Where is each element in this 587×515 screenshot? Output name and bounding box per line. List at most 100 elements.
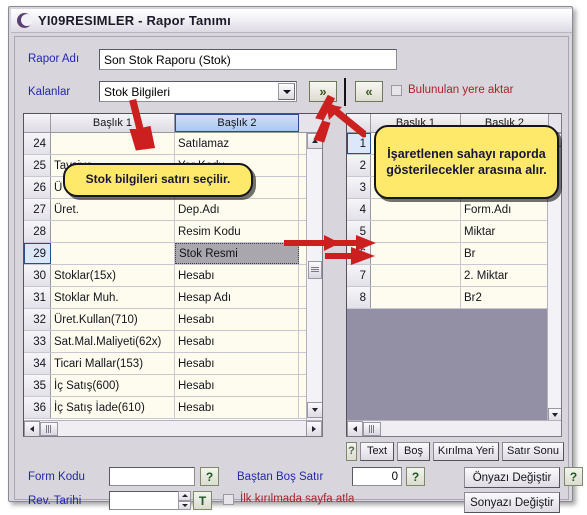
insert-empty-button[interactable]: Boş <box>397 441 430 461</box>
row-baslik2-cell[interactable]: Hesabı <box>175 265 299 286</box>
table-row[interactable]: 4 Form.Adı <box>347 199 561 221</box>
row-baslik2-cell[interactable]: Form.Adı <box>461 199 549 220</box>
row-baslik2-cell[interactable]: Hesap Adı <box>175 287 299 308</box>
left-hscroll-thumb[interactable] <box>40 421 58 436</box>
row-index-cell[interactable]: 8 <box>347 287 371 308</box>
row-baslik2-cell[interactable]: Satılamaz <box>175 133 299 154</box>
table-row[interactable]: 30 Stoklar(15x) Hesabı <box>24 265 322 287</box>
table-row[interactable]: 27 Üret. Dep.Adı <box>24 199 322 221</box>
table-row[interactable]: 6 Br <box>347 243 561 265</box>
right-horizontal-scrollbar[interactable] <box>347 420 561 436</box>
row-index-cell[interactable]: 28 <box>24 221 51 242</box>
row-baslik2-cell[interactable]: Br <box>461 243 549 264</box>
add-field-button[interactable]: » <box>309 81 337 102</box>
table-row[interactable]: 36 İç Satış İade(610) Hesabı <box>24 397 322 419</box>
transfer-checkbox[interactable] <box>391 84 402 96</box>
rev-tarihi-today-button[interactable]: T <box>193 491 212 510</box>
row-index-cell[interactable]: 3 <box>347 177 371 198</box>
row-baslik2-cell[interactable]: Miktar <box>461 221 549 242</box>
row-index-cell[interactable]: 7 <box>347 265 371 286</box>
row-baslik1-cell[interactable] <box>371 221 461 242</box>
row-index-cell[interactable]: 36 <box>24 397 51 418</box>
table-row[interactable]: 29 Stok Resmi <box>24 243 322 265</box>
row-baslik2-cell[interactable]: Br2 <box>461 287 549 308</box>
insert-break-button[interactable]: Kırılma Yeri <box>433 441 499 461</box>
table-row[interactable]: 33 Sat.Mal.Maliyeti(62x) Hesabı <box>24 331 322 353</box>
row-baslik2-cell[interactable]: Hesabı <box>175 397 299 418</box>
onyazi-degistir-button[interactable]: Önyazı Değiştir <box>464 467 560 488</box>
table-row[interactable]: 8 Br2 <box>347 287 561 309</box>
left-header-baslik1[interactable]: Başlık 1 <box>51 114 175 132</box>
row-baslik2-cell[interactable]: Resim Kodu <box>175 221 299 242</box>
row-index-cell[interactable]: 26 <box>24 177 51 198</box>
row-baslik2-cell[interactable]: Hesabı <box>175 353 299 374</box>
table-row[interactable]: 28 Resim Kodu <box>24 221 322 243</box>
row-index-cell[interactable]: 31 <box>24 287 51 308</box>
ilk-kirilma-checkbox-wrap[interactable]: İlk kırılmada sayfa atla <box>223 493 354 505</box>
row-baslik1-cell[interactable] <box>51 243 175 264</box>
row-baslik1-cell[interactable]: Üret.Kullan(710) <box>51 309 175 330</box>
scroll-right-icon[interactable] <box>306 420 322 436</box>
sonyazi-degistir-button[interactable]: Sonyazı Değiştir <box>464 492 560 513</box>
table-row[interactable]: 5 Miktar <box>347 221 561 243</box>
row-index-cell[interactable]: 6 <box>347 243 371 264</box>
scroll-down-icon[interactable] <box>307 402 322 418</box>
rapor-adi-input[interactable] <box>99 49 397 70</box>
scroll-up-icon[interactable] <box>307 133 322 149</box>
row-baslik2-cell[interactable]: Hesabı <box>175 309 299 330</box>
bastan-bos-satir-input[interactable] <box>352 467 402 486</box>
left-scroll-track[interactable] <box>307 149 322 402</box>
row-baslik2-cell[interactable]: Hesabı <box>175 331 299 352</box>
row-baslik2-cell[interactable]: Stok Resmi <box>175 243 299 264</box>
available-fields-grid[interactable]: Başlık 1 Başlık 2 24Satılamaz25TavsiyeYe… <box>23 113 323 437</box>
row-baslik1-cell[interactable] <box>371 287 461 308</box>
right-header-index[interactable] <box>347 114 371 132</box>
table-row[interactable]: 31 Stoklar Muh. Hesap Adı <box>24 287 322 309</box>
row-index-cell[interactable]: 4 <box>347 199 371 220</box>
right-hscroll-thumb[interactable] <box>363 421 381 436</box>
row-baslik1-cell[interactable] <box>51 133 175 154</box>
row-index-cell[interactable]: 32 <box>24 309 51 330</box>
row-baslik1-cell[interactable]: Üret. <box>51 199 175 220</box>
row-baslik1-cell[interactable]: Stoklar Muh. <box>51 287 175 308</box>
bastan-bos-satir-help-button[interactable]: ? <box>406 467 425 486</box>
row-index-cell[interactable]: 1 <box>347 133 371 154</box>
left-vertical-scrollbar[interactable] <box>306 133 322 422</box>
remove-field-button[interactable]: « <box>355 81 383 102</box>
insert-line-end-button[interactable]: Satır Sonu <box>502 441 564 461</box>
rev-tarihi-input[interactable] <box>109 491 187 510</box>
right-scroll-left-icon[interactable] <box>347 420 363 436</box>
row-index-cell[interactable]: 27 <box>24 199 51 220</box>
row-baslik1-cell[interactable]: İç Satış İade(610) <box>51 397 175 418</box>
row-baslik2-cell[interactable]: 2. Miktar <box>461 265 549 286</box>
kalanlar-combobox[interactable]: Stok Bilgileri <box>99 81 297 102</box>
insert-help-button[interactable]: ? <box>346 441 358 461</box>
table-row[interactable]: 35 İç Satış(600) Hesabı <box>24 375 322 397</box>
chevron-down-icon[interactable] <box>278 83 295 100</box>
row-index-cell[interactable]: 24 <box>24 133 51 154</box>
row-index-cell[interactable]: 35 <box>24 375 51 396</box>
left-header-index[interactable] <box>24 114 51 132</box>
row-baslik2-cell[interactable]: Hesabı <box>175 375 299 396</box>
ilk-kirilma-checkbox[interactable] <box>223 493 234 505</box>
table-row[interactable]: 32 Üret.Kullan(710) Hesabı <box>24 309 322 331</box>
row-index-cell[interactable]: 2 <box>347 155 371 176</box>
table-row[interactable]: 34 Ticari Mallar(153) Hesabı <box>24 353 322 375</box>
onyazi-help-button[interactable]: ? <box>564 467 583 486</box>
form-kodu-help-button[interactable]: ? <box>200 467 219 486</box>
row-index-cell[interactable]: 25 <box>24 155 51 176</box>
row-index-cell[interactable]: 29 <box>24 243 51 264</box>
table-row[interactable]: 7 2. Miktar <box>347 265 561 287</box>
row-baslik1-cell[interactable]: Sat.Mal.Maliyeti(62x) <box>51 331 175 352</box>
row-index-cell[interactable]: 30 <box>24 265 51 286</box>
left-scroll-thumb[interactable] <box>308 261 322 279</box>
rev-tarihi-spinner[interactable] <box>178 491 191 510</box>
row-baslik1-cell[interactable] <box>51 221 175 242</box>
row-index-cell[interactable]: 34 <box>24 353 51 374</box>
scroll-left-icon[interactable] <box>24 420 40 436</box>
row-baslik1-cell[interactable]: İç Satış(600) <box>51 375 175 396</box>
spinner-down-icon[interactable] <box>178 500 191 510</box>
table-row[interactable]: 24 Satılamaz <box>24 133 322 155</box>
row-index-cell[interactable]: 5 <box>347 221 371 242</box>
spinner-up-icon[interactable] <box>178 491 191 501</box>
